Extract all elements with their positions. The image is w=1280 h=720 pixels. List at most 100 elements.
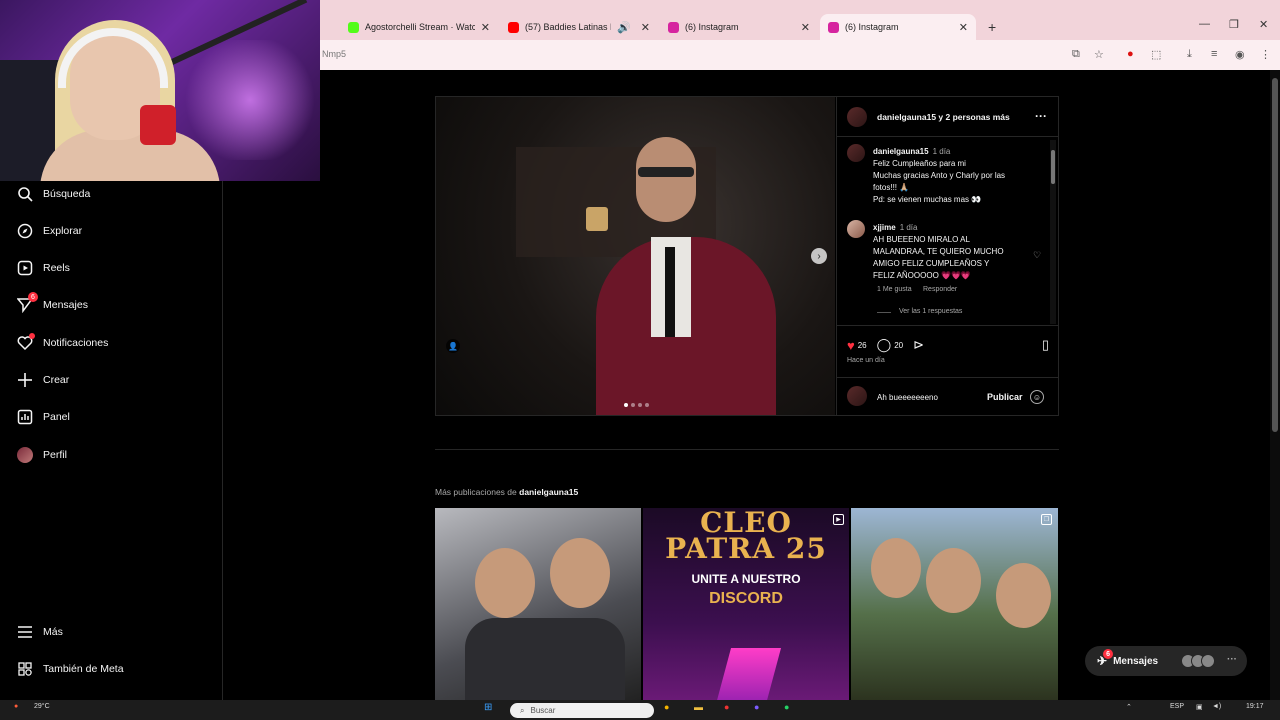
install-icon[interactable]: ⧉: [1072, 48, 1080, 61]
download-icon[interactable]: ⤓: [1187, 48, 1192, 61]
notification-dot: [29, 333, 35, 339]
maximize-icon[interactable]: ❐: [1229, 18, 1239, 31]
sidebar-item-explorar[interactable]: Explorar: [16, 219, 82, 243]
instagram-icon: [668, 21, 679, 33]
clock[interactable]: 19:17: [1246, 703, 1264, 710]
speaker-icon[interactable]: 🔊: [617, 21, 631, 34]
publish-button[interactable]: Publicar: [987, 392, 1023, 402]
promo-line-2: DISCORD: [709, 590, 783, 607]
user-tag-icon[interactable]: 👤: [446, 339, 460, 353]
opera-icon[interactable]: ●: [1127, 48, 1134, 60]
webcam-overlay: [0, 0, 320, 181]
extensions-icon[interactable]: ⬚: [1151, 48, 1161, 61]
next-arrow-icon[interactable]: ›: [811, 248, 827, 264]
page-scrollbar[interactable]: [1270, 70, 1280, 700]
menu-icon: [16, 623, 34, 641]
share-icon[interactable]: ⊳: [913, 337, 924, 353]
windows-taskbar: ● 29°C ⊞ ⌕ Buscar ● ▬ ● ● ● ⌃ ESP ▣ ◄) 19…: [0, 700, 1280, 720]
tab-instagram-1[interactable]: (6) Instagram ✕: [660, 14, 818, 40]
star-icon[interactable]: ☆: [1094, 48, 1104, 61]
notification-badge: 6: [28, 292, 38, 302]
chrome-icon[interactable]: ●: [664, 702, 669, 712]
volume-icon[interactable]: ◄): [1212, 703, 1221, 710]
comment-input[interactable]: Ah bueeeeeeeno: [877, 393, 938, 402]
more-options-icon[interactable]: ···: [1035, 109, 1047, 123]
comment: xjjime 1 día AH BUEEENO MIRALO AL MALANDR…: [873, 223, 1004, 280]
discord-icon[interactable]: ●: [754, 702, 759, 712]
window-close-icon[interactable]: ✕: [1259, 18, 1268, 31]
instagram-icon: [828, 21, 839, 33]
sidebar-item-busqueda[interactable]: Búsqueda: [16, 182, 90, 206]
heart-filled-icon[interactable]: ♥: [847, 338, 855, 353]
avatar-icon: [16, 446, 34, 464]
avatar: [847, 386, 867, 406]
post-actions: ♥ 26 ◯ 20 ⊳ ▯: [847, 335, 1052, 355]
search-icon: ⌕: [520, 705, 525, 715]
kick-icon: [348, 21, 359, 33]
sidebar-item-mas[interactable]: Más: [16, 620, 63, 644]
comments-list: danielgauna15 1 día Feliz Cumpleaños para…: [837, 138, 1059, 326]
new-tab-button[interactable]: +: [980, 14, 1000, 40]
kebab-menu-icon[interactable]: ⋮: [1260, 48, 1271, 61]
caption: danielgauna15 1 día Feliz Cumpleaños para…: [873, 147, 1006, 204]
folder-icon[interactable]: ▬: [694, 702, 703, 712]
close-icon[interactable]: ✕: [801, 21, 810, 34]
messages-pill[interactable]: ✈ 6 Mensajes ···: [1085, 646, 1247, 676]
post-header: danielgauna15 y 2 personas más ···: [837, 97, 1059, 137]
screen: Agostorchelli Stream · Watch L ✕ (57) Ba…: [0, 0, 1280, 720]
likes-count: 26: [857, 340, 867, 350]
sidebar-item-reels[interactable]: Reels: [16, 256, 70, 280]
comment-icon[interactable]: ◯: [877, 337, 892, 353]
reply-button[interactable]: Responder: [923, 286, 957, 293]
carousel-icon: ❐: [1041, 514, 1052, 525]
sidebar-item-perfil[interactable]: Perfil: [16, 443, 67, 467]
tab-instagram-2[interactable]: (6) Instagram ✕: [820, 14, 976, 40]
more-post-thumb-1[interactable]: [435, 508, 641, 700]
minimize-icon[interactable]: —: [1199, 18, 1210, 30]
bookmark-icon[interactable]: ▯: [1042, 337, 1049, 353]
sidebar-item-tambien-de-meta[interactable]: También de Meta: [16, 657, 124, 681]
whatsapp-icon[interactable]: ●: [784, 702, 789, 712]
tray-chevron-icon[interactable]: ⌃: [1126, 703, 1132, 711]
emoji-icon[interactable]: ☺: [1030, 390, 1044, 404]
avatar[interactable]: [847, 220, 865, 238]
comment-likes[interactable]: 1 Me gusta: [877, 286, 912, 293]
avatar[interactable]: [847, 144, 865, 162]
post-author-name[interactable]: danielgauna15 y 2 personas más: [877, 112, 1010, 122]
url-text[interactable]: Nmp5: [322, 49, 346, 59]
promo-title: CLEO PATRA 25: [665, 508, 827, 565]
weather-icon: ●: [14, 703, 19, 710]
comments-count: 20: [894, 340, 904, 350]
playlist-icon[interactable]: ≡: [1211, 48, 1217, 60]
section-divider: [435, 449, 1059, 450]
view-replies-button[interactable]: Ver las 1 respuestas: [899, 308, 962, 315]
comment-like-icon[interactable]: ♡: [1033, 250, 1041, 261]
network-icon[interactable]: ▣: [1196, 703, 1203, 711]
taskbar-search[interactable]: ⌕ Buscar: [510, 703, 654, 718]
opera-taskbar-icon[interactable]: ●: [724, 702, 729, 712]
messenger-icon: ✈ 6: [1097, 649, 1114, 668]
avatar[interactable]: [847, 107, 867, 127]
sidebar-item-notificaciones[interactable]: Notificaciones: [16, 331, 108, 355]
comments-scrollbar[interactable]: [1050, 140, 1056, 324]
tab-kick[interactable]: Agostorchelli Stream · Watch L ✕: [340, 14, 498, 40]
sidebar-item-panel[interactable]: Panel: [16, 405, 70, 429]
weather-temp[interactable]: 29°C: [34, 703, 50, 710]
panel-icon: [16, 408, 34, 426]
language-indicator[interactable]: ESP: [1170, 703, 1184, 710]
post-modal: › 👤 danielgauna15 y 2 personas más ··· d…: [435, 96, 1059, 416]
windows-start-icon[interactable]: ⊞: [484, 702, 492, 713]
close-icon[interactable]: ✕: [641, 21, 650, 34]
close-icon[interactable]: ✕: [481, 21, 490, 34]
heart-icon: [16, 333, 35, 352]
post-photo[interactable]: › 👤: [436, 97, 835, 415]
more-post-thumb-3[interactable]: ❐: [851, 508, 1058, 700]
profile-icon[interactable]: ◉: [1235, 48, 1245, 61]
messenger-icon: 6: [16, 292, 38, 314]
sidebar-item-crear[interactable]: Crear: [16, 368, 69, 392]
more-post-thumb-2[interactable]: CLEO PATRA 25 UNITE A NUESTRO DISCORD ▶: [643, 508, 849, 700]
close-icon[interactable]: ✕: [959, 21, 968, 34]
sidebar-item-mensajes[interactable]: 6 Mensajes: [16, 292, 88, 317]
tab-youtube[interactable]: (57) Baddies Latinas Energ 🔊 ✕: [500, 14, 658, 40]
plus-icon: [16, 371, 34, 389]
